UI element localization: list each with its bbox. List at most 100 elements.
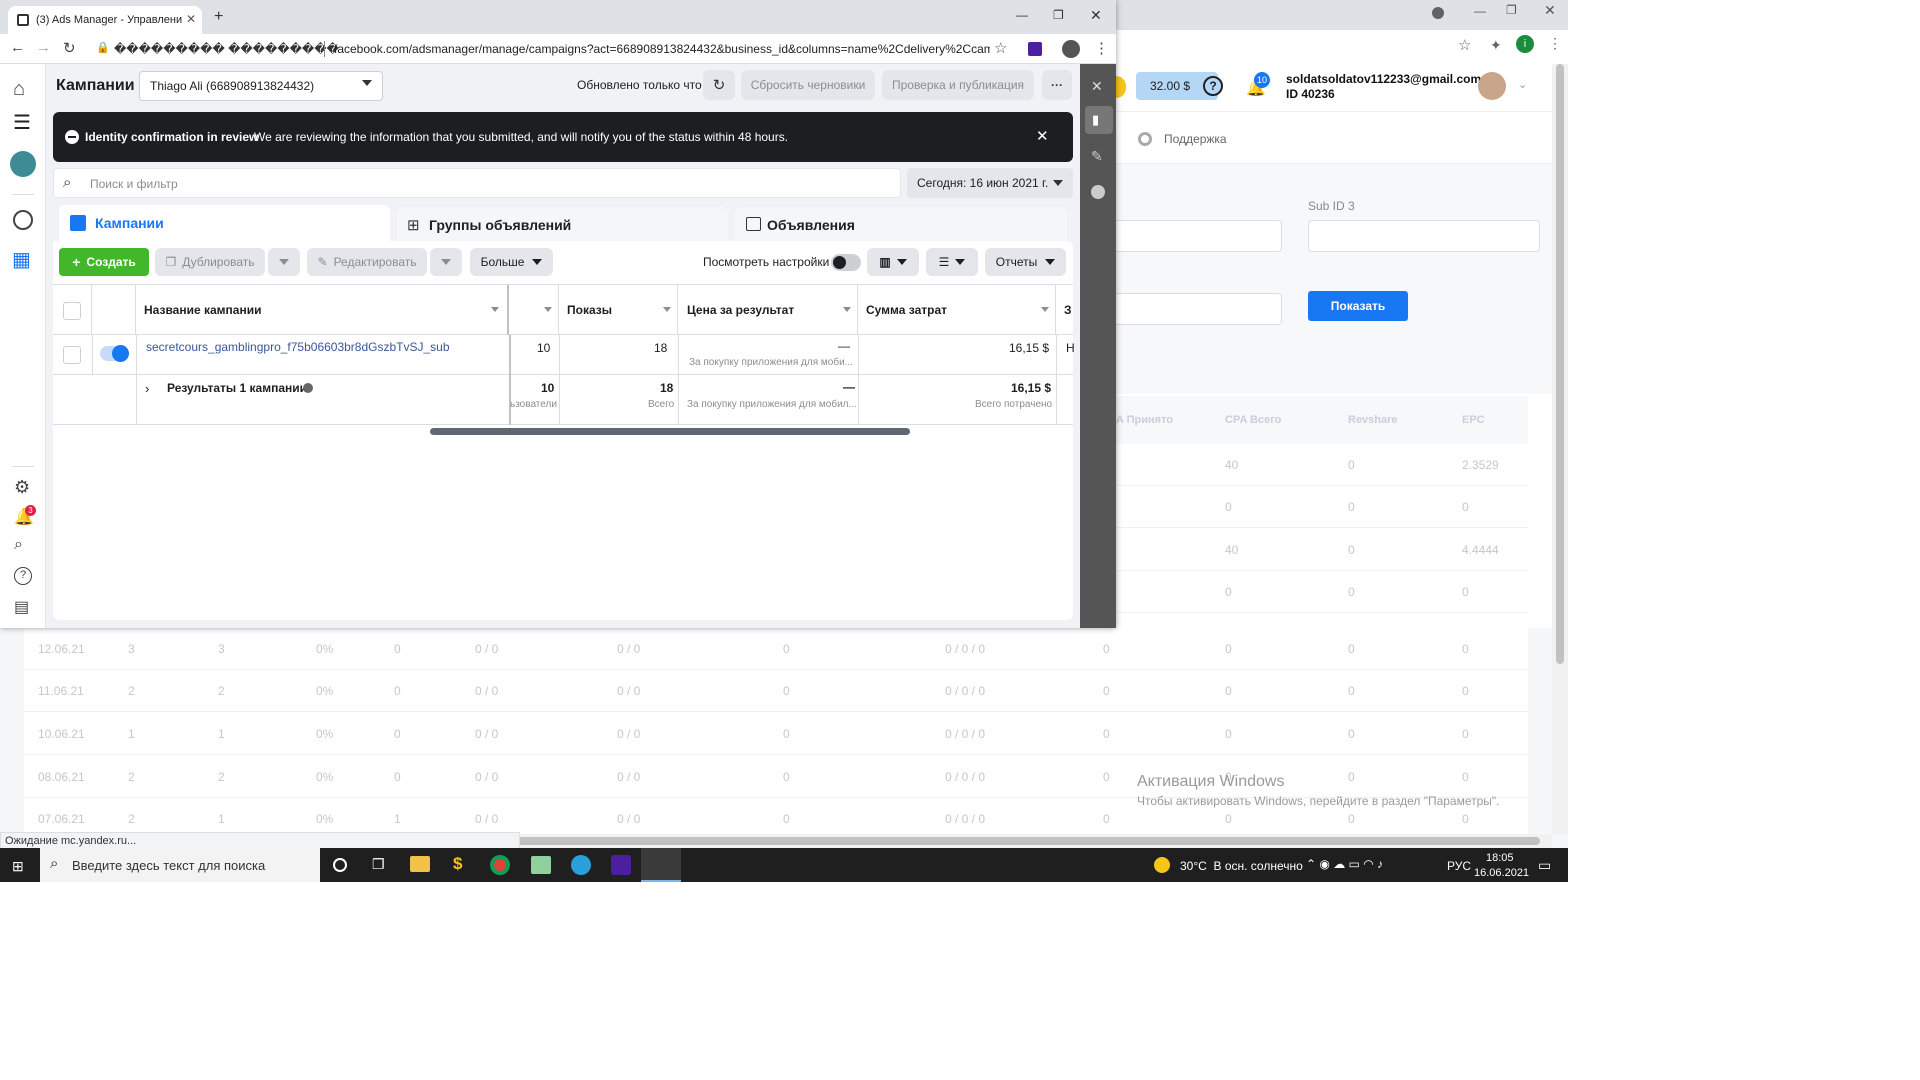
tab-ads[interactable]: Объявления xyxy=(735,207,1067,241)
home-icon[interactable]: ⌂ xyxy=(13,78,25,101)
url-text[interactable]: facebook.com/adsmanager/manage/campaigns… xyxy=(334,42,990,56)
vertical-scrollbar[interactable] xyxy=(1552,64,1568,834)
edit-button[interactable]: ✎ Редактировать xyxy=(307,248,427,276)
account-selector[interactable]: Thiago Ali (668908913824432) xyxy=(139,71,383,101)
help-icon[interactable]: ? xyxy=(14,567,32,585)
close-icon[interactable]: ✕ xyxy=(1544,2,1556,19)
restore-icon[interactable]: ❐ xyxy=(1053,8,1064,22)
row-checkbox[interactable] xyxy=(63,346,81,364)
reports-button[interactable]: Отчеты xyxy=(985,248,1066,276)
campaign-name-link[interactable]: secretcours_gamblingpro_f75b06603br8dGsz… xyxy=(146,340,450,354)
back-profile-icon[interactable] xyxy=(1432,7,1444,19)
app-purple-icon[interactable] xyxy=(611,855,631,875)
menu-kebab-icon[interactable]: ⋮ xyxy=(1548,35,1562,52)
active-app-icon[interactable] xyxy=(641,848,681,882)
campaigns-grid-icon[interactable]: ▦ xyxy=(12,247,31,272)
clock-time[interactable]: 18:05 xyxy=(1486,852,1514,864)
minimize-icon[interactable]: — xyxy=(1016,8,1028,22)
reset-drafts-button[interactable]: Сбросить черновики xyxy=(741,70,875,100)
cortana-icon[interactable] xyxy=(333,858,347,872)
new-tab-icon[interactable]: + xyxy=(214,8,223,26)
browser-tab[interactable]: (3) Ads Manager - Управление р ✕ xyxy=(8,6,202,34)
minimize-icon[interactable]: — xyxy=(1474,4,1486,18)
refresh-button[interactable]: ↻ xyxy=(703,70,735,100)
info-icon[interactable] xyxy=(303,383,313,393)
profile-avatar[interactable]: i xyxy=(1516,35,1534,53)
col-impressions[interactable]: Показы xyxy=(559,285,678,335)
account-avatar[interactable] xyxy=(10,151,36,177)
select-all-checkbox[interactable] xyxy=(63,302,81,320)
explorer-icon[interactable] xyxy=(410,856,430,872)
task-view-icon[interactable]: ❒ xyxy=(372,856,385,873)
table-horizontal-scrollbar[interactable] xyxy=(430,428,910,435)
col-campaign-name[interactable]: Название кампании xyxy=(136,285,509,335)
col-amount-spent[interactable]: Сумма затрат xyxy=(858,285,1056,335)
rail-close-icon[interactable]: ✕ xyxy=(1091,78,1103,95)
windows-start-icon[interactable]: ⊞ xyxy=(12,858,24,875)
reload-icon[interactable]: ↻ xyxy=(63,39,76,57)
tab-campaigns[interactable]: Кампании xyxy=(59,205,390,241)
duplicate-dropdown[interactable] xyxy=(268,248,300,276)
show-button[interactable]: Показать xyxy=(1308,291,1408,321)
chevron-down-icon[interactable]: ⌄ xyxy=(1518,78,1527,91)
rail-pencil-icon[interactable]: ✎ xyxy=(1091,148,1103,165)
help-icon[interactable]: ? xyxy=(1203,76,1223,96)
forward-arrow-icon[interactable]: → xyxy=(36,39,51,56)
dollar-app-icon[interactable]: $ xyxy=(453,854,462,874)
support-link[interactable]: Поддержка xyxy=(1164,132,1227,146)
expand-chevron-icon[interactable]: › xyxy=(145,381,149,396)
breakdown-button[interactable]: ☰ xyxy=(926,248,978,276)
tab-ad-groups[interactable]: ⊞ Группы объявлений xyxy=(397,207,728,241)
banner-close-icon[interactable]: ✕ xyxy=(1036,127,1049,145)
campaign-status-toggle[interactable] xyxy=(100,345,129,362)
col-revshare[interactable]: Revshare xyxy=(1348,414,1398,426)
columns-button[interactable]: ▥ xyxy=(867,248,919,276)
bookmark-star-icon[interactable]: ☆ xyxy=(1458,36,1471,54)
col-cpa-accepted[interactable]: A Принято xyxy=(1116,414,1173,426)
filter-input-1[interactable] xyxy=(1116,220,1282,252)
close-icon[interactable]: ✕ xyxy=(1090,7,1102,24)
col-extra[interactable]: З xyxy=(1056,285,1073,335)
weather-text[interactable]: 30°C В осн. солнечно xyxy=(1180,859,1303,873)
extension-icon[interactable] xyxy=(1028,42,1042,56)
col-cpa-total[interactable]: CPA Всего xyxy=(1225,414,1281,426)
hamburger-menu-icon[interactable]: ☰ xyxy=(13,110,31,135)
sub-id-3-input[interactable] xyxy=(1308,220,1540,252)
url-garbled[interactable]: ��������� ��������� xyxy=(114,42,339,56)
telegram-icon[interactable] xyxy=(571,855,591,875)
notification-center-icon[interactable]: ▭ xyxy=(1538,857,1551,874)
chrome-icon[interactable] xyxy=(490,855,510,875)
duplicate-button[interactable]: ❐ Дублировать xyxy=(155,248,265,276)
filter-input-2[interactable] xyxy=(1116,293,1282,325)
review-publish-button[interactable]: Проверка и публикация xyxy=(882,70,1034,100)
more-options-button[interactable]: ··· xyxy=(1042,70,1072,100)
edit-dropdown[interactable] xyxy=(430,248,462,276)
restore-icon[interactable]: ❐ xyxy=(1506,3,1517,17)
lock-icon[interactable]: 🔒 xyxy=(96,41,110,54)
more-button[interactable]: Больше xyxy=(470,248,553,276)
search-filter-box[interactable]: ⌕ Поиск и фильтр xyxy=(53,168,901,198)
tray-icons[interactable]: ⌃ ◉ ☁ ▭ ◠ ♪ xyxy=(1306,857,1383,871)
settings-gear-icon[interactable]: ⚙ xyxy=(14,477,30,498)
view-settings-toggle[interactable] xyxy=(831,254,861,271)
language-indicator[interactable]: РУС xyxy=(1447,859,1471,873)
col-reach[interactable] xyxy=(509,285,559,335)
col-cost-per-result[interactable]: Цена за результат xyxy=(678,285,858,335)
extensions-icon[interactable]: ✦ xyxy=(1490,37,1502,54)
scrollbar-thumb[interactable] xyxy=(1556,64,1564,664)
clock-date[interactable]: 16.06.2021 xyxy=(1474,867,1529,879)
profile-icon[interactable] xyxy=(1062,40,1080,58)
col-epc[interactable]: EPC xyxy=(1462,414,1485,426)
search-icon[interactable]: ⌕ xyxy=(14,536,23,554)
create-button[interactable]: + Создать xyxy=(59,248,149,276)
tab-close-icon[interactable]: ✕ xyxy=(186,12,196,26)
back-arrow-icon[interactable]: ← xyxy=(10,39,25,56)
dashboard-icon[interactable] xyxy=(13,210,33,230)
app-green-icon[interactable] xyxy=(531,856,551,874)
rail-clock-icon[interactable] xyxy=(1091,185,1105,199)
menu-kebab-icon[interactable]: ⋮ xyxy=(1094,39,1109,57)
bookmark-star-icon[interactable]: ☆ xyxy=(994,39,1007,57)
report-icon[interactable]: ▤ xyxy=(14,597,29,617)
taskbar-search[interactable]: ⌕ Введите здесь текст для поиска xyxy=(40,848,320,882)
date-picker[interactable]: Сегодня: 16 июн 2021 г. xyxy=(907,168,1073,198)
